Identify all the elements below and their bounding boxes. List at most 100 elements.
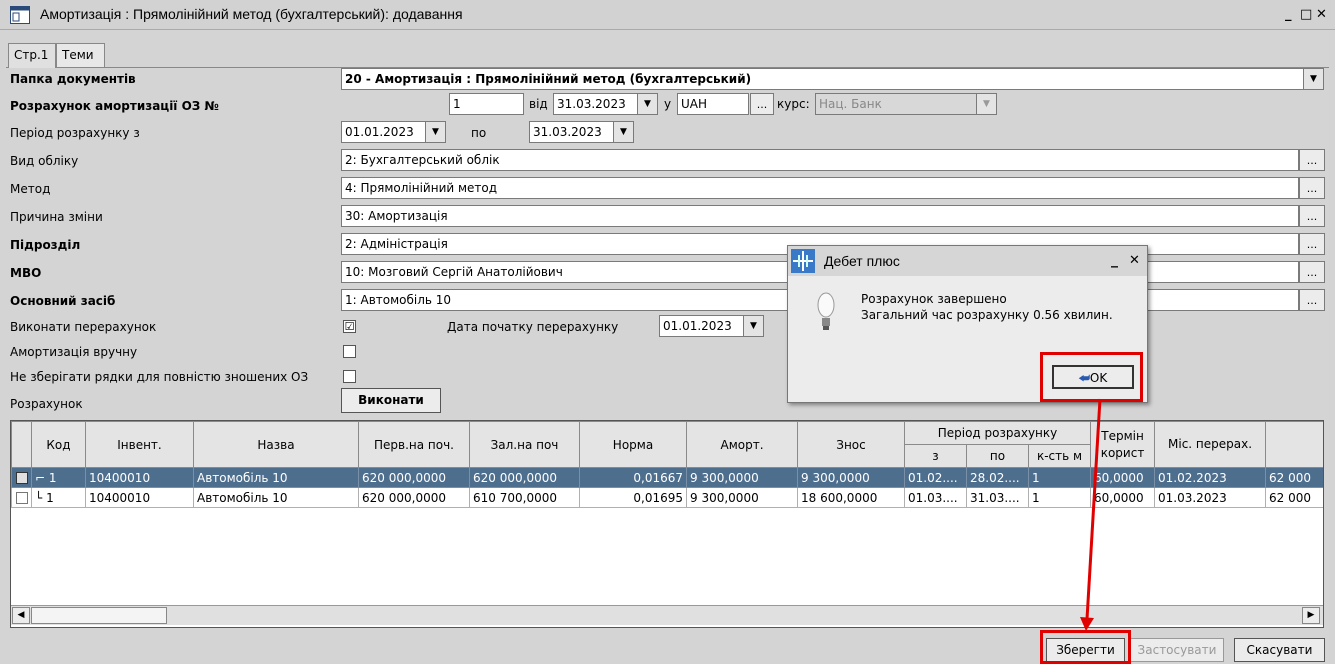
header-recalc-month[interactable]: Міс. перерах. xyxy=(1154,421,1267,468)
window-icon xyxy=(10,6,30,24)
nosave-checkbox[interactable] xyxy=(343,370,356,383)
tab-themes[interactable]: Теми xyxy=(56,43,105,67)
header-wear[interactable]: Знос xyxy=(797,421,905,468)
row-recalc-month: 01.03.2023 xyxy=(1154,487,1267,508)
method-field[interactable]: 4: Прямолінійний метод xyxy=(341,177,1299,199)
header-norm[interactable]: Норма xyxy=(579,421,687,468)
accounting-label: Вид обліку xyxy=(10,154,79,168)
manual-checkbox[interactable] xyxy=(343,345,356,358)
row-code: ⌐ 1 xyxy=(31,467,86,488)
header-resid[interactable]: Зал.на поч xyxy=(469,421,580,468)
minimize-button[interactable]: _ xyxy=(1285,7,1292,22)
close-button[interactable]: ✕ xyxy=(1316,7,1327,22)
rate-label: курс: xyxy=(777,97,810,111)
scroll-thumb[interactable] xyxy=(31,607,167,624)
period-to-picker[interactable]: 31.03.2023 ▼ xyxy=(529,121,634,143)
from-label: від xyxy=(529,97,548,111)
cancel-button[interactable]: Скасувати xyxy=(1234,638,1325,662)
reason-lookup-button[interactable]: ... xyxy=(1299,205,1325,227)
row-norm: 0,01695 xyxy=(579,487,687,508)
row-resid: 610 700,0000 xyxy=(469,487,580,508)
tab-page1[interactable]: Стр.1 xyxy=(8,43,56,68)
doc-date-picker[interactable]: 31.03.2023 ▼ xyxy=(553,93,658,115)
dialog-minimize-button[interactable]: _ xyxy=(1111,252,1118,268)
apply-button: Застосувати xyxy=(1130,638,1224,662)
row-checkbox[interactable] xyxy=(11,467,32,488)
currency-field[interactable]: UAH xyxy=(677,93,749,115)
header-last[interactable]: Лі xyxy=(1265,421,1323,468)
row-wear: 9 300,0000 xyxy=(797,467,905,488)
row-inv: 10400010 xyxy=(85,467,194,488)
table-row[interactable]: └ 1 10400010 Автомобіль 10 620 000,0000 … xyxy=(11,487,1323,508)
row-wear: 18 600,0000 xyxy=(797,487,905,508)
dialog-message-line2: Загальний час розрахунку 0.56 хвилин. xyxy=(861,308,1113,322)
row-init: 620 000,0000 xyxy=(358,467,470,488)
scroll-left-icon[interactable]: ◀ xyxy=(12,607,30,624)
period-label: Період розрахунку з xyxy=(10,126,140,140)
mvo-label: МВО xyxy=(10,266,42,280)
header-name[interactable]: Назва xyxy=(193,421,359,468)
division-label: Підрозділ xyxy=(10,238,81,252)
recalc-label: Виконати перерахунок xyxy=(10,320,157,334)
mvo-lookup-button[interactable]: ... xyxy=(1299,261,1325,283)
red-arrow-annotation xyxy=(1080,398,1102,631)
header-inv[interactable]: Інвент. xyxy=(85,421,194,468)
window-titlebar: Амортизація : Прямолінійний метод (бухга… xyxy=(0,0,1335,30)
row-period-to: 31.03.... xyxy=(966,487,1029,508)
row-norm: 0,01667 xyxy=(579,467,687,488)
currency-label: у xyxy=(664,97,672,111)
calc-number-label: Розрахунок амортизації ОЗ № xyxy=(10,99,219,113)
results-table[interactable]: Код Інвент. Назва Перв.на поч. Зал.на по… xyxy=(10,420,1324,628)
period-to-value: 31.03.2023 xyxy=(533,125,602,139)
row-checkbox[interactable] xyxy=(11,487,32,508)
chevron-down-icon[interactable]: ▼ xyxy=(425,122,445,142)
row-init: 620 000,0000 xyxy=(358,487,470,508)
header-period-from[interactable]: з xyxy=(904,444,967,468)
tree-connector-icon: └ xyxy=(35,490,43,505)
reason-field[interactable]: 30: Амортизація xyxy=(341,205,1299,227)
row-resid: 620 000,0000 xyxy=(469,467,580,488)
row-period-to: 28.02.... xyxy=(966,467,1029,488)
accounting-field[interactable]: 2: Бухгалтерський облік xyxy=(341,149,1299,171)
folder-value: 20 - Амортизація : Прямолінійний метод (… xyxy=(345,72,752,86)
header-period: Період розрахунку xyxy=(903,421,1092,445)
calc-number-field[interactable]: 1 xyxy=(449,93,524,115)
row-last: 62 000 xyxy=(1265,487,1323,508)
header-period-to[interactable]: по xyxy=(966,444,1029,468)
recalc-date-picker[interactable]: 01.01.2023 ▼ xyxy=(659,315,764,337)
asset-label: Основний засіб xyxy=(10,294,116,308)
header-code[interactable]: Код xyxy=(31,421,86,468)
period-from-picker[interactable]: 01.01.2023 ▼ xyxy=(341,121,446,143)
manual-label: Амортизація вручну xyxy=(10,345,138,359)
recalc-checkbox[interactable]: ☑ xyxy=(343,320,356,333)
header-amort[interactable]: Аморт. xyxy=(686,421,798,468)
run-button[interactable]: Виконати xyxy=(341,388,441,413)
row-last: 62 000 xyxy=(1265,467,1323,488)
doc-date-value: 31.03.2023 xyxy=(557,97,626,111)
header-init[interactable]: Перв.на поч. xyxy=(358,421,470,468)
chevron-down-icon[interactable]: ▼ xyxy=(613,122,633,142)
dialog-close-button[interactable]: ✕ xyxy=(1129,253,1140,268)
division-lookup-button[interactable]: ... xyxy=(1299,233,1325,255)
method-lookup-button[interactable]: ... xyxy=(1299,177,1325,199)
chevron-down-icon[interactable]: ▼ xyxy=(637,94,657,114)
row-amort: 9 300,0000 xyxy=(686,467,798,488)
folder-label: Папка документів xyxy=(10,72,136,86)
folder-select[interactable]: 20 - Амортизація : Прямолінійний метод (… xyxy=(341,68,1324,90)
table-row[interactable]: ⌐ 1 10400010 Автомобіль 10 620 000,0000 … xyxy=(11,467,1323,488)
dialog-titlebar: Дебет плюс _ ✕ xyxy=(788,246,1147,276)
row-name: Автомобіль 10 xyxy=(193,487,359,508)
scroll-right-icon[interactable]: ▶ xyxy=(1302,607,1320,624)
currency-lookup-button[interactable]: ... xyxy=(750,93,774,115)
maximize-button[interactable]: □ xyxy=(1300,7,1312,22)
chevron-down-icon: ▼ xyxy=(976,94,996,114)
nosave-label: Не зберігати рядки для повністю зношених… xyxy=(10,370,309,384)
reason-label: Причина зміни xyxy=(10,210,103,224)
dialog-title: Дебет плюс xyxy=(824,253,900,269)
chevron-down-icon[interactable]: ▼ xyxy=(1303,69,1323,89)
chevron-down-icon[interactable]: ▼ xyxy=(743,316,763,336)
horizontal-scrollbar[interactable]: ◀ ▶ xyxy=(11,605,1323,625)
accounting-lookup-button[interactable]: ... xyxy=(1299,149,1325,171)
method-label: Метод xyxy=(10,182,51,196)
asset-lookup-button[interactable]: ... xyxy=(1299,289,1325,311)
